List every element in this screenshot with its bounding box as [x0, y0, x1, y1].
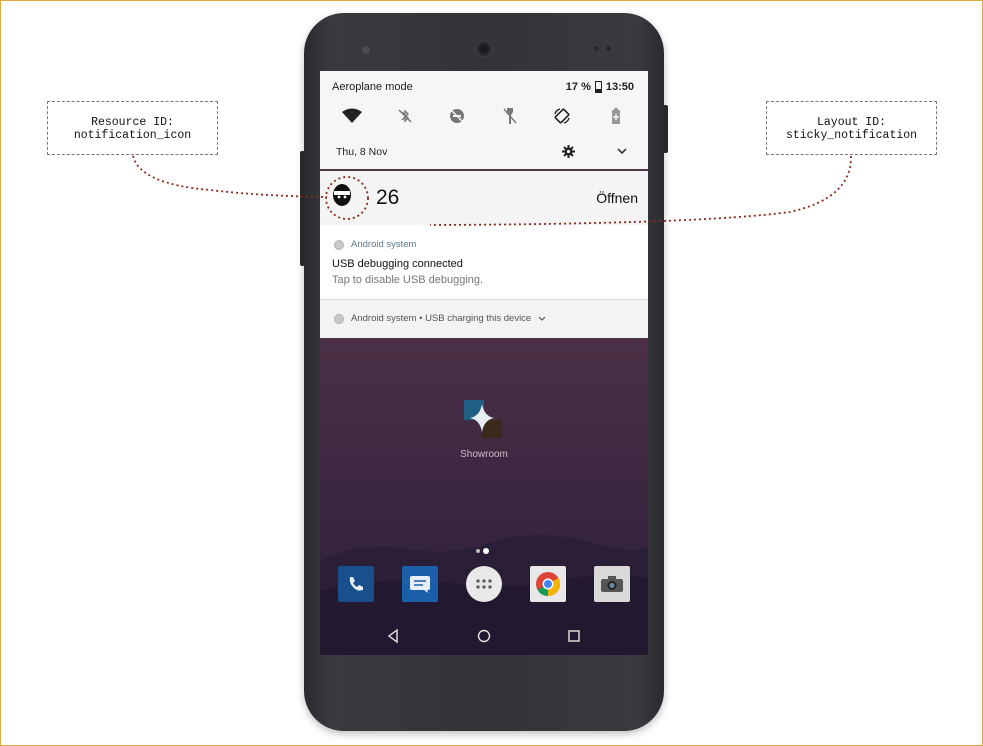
camera-icon[interactable] — [594, 566, 630, 602]
home-icon[interactable] — [477, 629, 491, 643]
battery-saver-icon[interactable] — [604, 105, 628, 127]
showroom-app-icon[interactable] — [460, 398, 510, 443]
battery-percent: 17 % — [565, 81, 591, 93]
android-system-icon — [334, 313, 344, 324]
navigation-bar — [320, 621, 648, 651]
callout-resource-id: Resource ID: notification_icon — [47, 101, 218, 155]
front-camera — [362, 46, 370, 54]
status-mode: Aeroplane mode — [332, 81, 413, 93]
proximity-sensor — [594, 46, 599, 51]
page-indicator — [476, 548, 489, 554]
usb-debugging-notification[interactable]: Android system USB debugging connected T… — [320, 225, 648, 300]
chevron-down-icon[interactable] — [614, 143, 630, 159]
page-dot — [476, 549, 480, 553]
callout-layout-id-label: Layout ID: — [816, 116, 886, 129]
bluetooth-off-icon[interactable] — [393, 105, 417, 127]
wifi-icon[interactable] — [340, 105, 364, 127]
callout-resource-id-value: notification_icon — [73, 129, 192, 142]
earpiece-speaker — [475, 40, 493, 58]
android-system-icon — [334, 239, 344, 250]
quick-settings-panel: Aeroplane mode 17 % 13:50 Thu, 8 Nov — [320, 71, 648, 169]
light-sensor — [606, 46, 611, 51]
recents-icon[interactable] — [567, 629, 581, 643]
sticky-notification[interactable]: 26 Öffnen — [320, 171, 648, 225]
auto-rotate-icon[interactable] — [550, 105, 574, 127]
quick-settings-date: Thu, 8 Nov — [336, 146, 388, 158]
notification-app-name: Android system — [351, 239, 417, 250]
status-right: 17 % 13:50 — [566, 81, 634, 93]
notification-icon — [332, 183, 352, 207]
dock — [320, 566, 648, 606]
battery-icon — [594, 81, 602, 93]
usb-charging-header: Android system • USB charging this devic… — [334, 313, 546, 324]
notification-text: Tap to disable USB debugging. — [332, 274, 484, 286]
status-time: 13:50 — [605, 81, 634, 93]
usb-charging-notification[interactable]: Android system • USB charging this devic… — [320, 300, 648, 338]
expand-chevron-icon[interactable] — [538, 316, 546, 322]
flashlight-off-icon[interactable] — [498, 105, 522, 127]
showroom-app-label: Showroom — [460, 449, 508, 460]
messages-icon[interactable] — [402, 566, 438, 602]
gear-icon[interactable] — [560, 143, 576, 159]
notification-title: USB debugging connected — [332, 258, 463, 270]
callout-resource-id-label: Resource ID: — [91, 116, 174, 129]
notification-count: 26 — [376, 186, 400, 209]
page-dot-active — [483, 548, 489, 554]
usb-charging-text: Android system • USB charging this devic… — [351, 313, 532, 324]
open-button[interactable]: Öffnen — [596, 190, 638, 206]
quick-settings-tiles — [320, 105, 648, 127]
callout-layout-id: Layout ID: sticky_notification — [766, 101, 937, 155]
chrome-icon[interactable] — [530, 566, 566, 602]
phone-screen: Aeroplane mode 17 % 13:50 Thu, 8 Nov 26 … — [320, 71, 648, 655]
phone-icon[interactable] — [338, 566, 374, 602]
back-icon[interactable] — [386, 629, 400, 643]
do-not-disturb-off-icon[interactable] — [445, 105, 469, 127]
callout-layout-id-value: sticky_notification — [785, 129, 918, 142]
app-drawer-icon[interactable] — [466, 566, 502, 602]
notification-app-header: Android system — [334, 239, 416, 250]
